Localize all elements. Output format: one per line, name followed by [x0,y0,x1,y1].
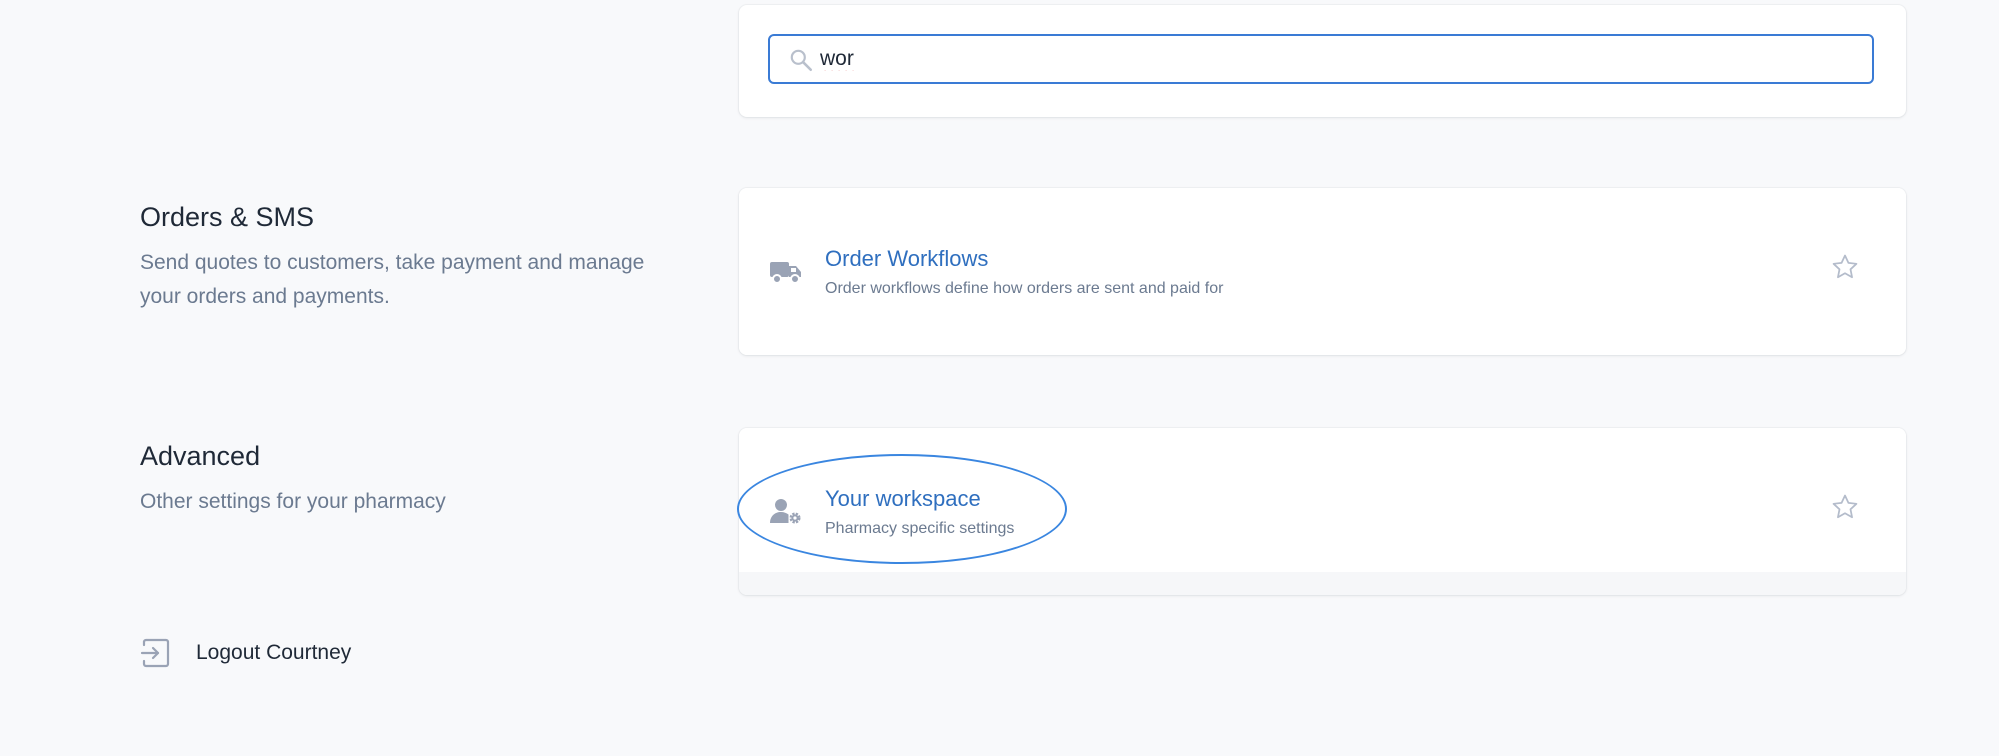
search-icon [790,49,813,72]
logout-icon [140,638,170,668]
section-description-orders-sms: Send quotes to customers, take payment a… [140,246,700,314]
logout-label: Logout Courtney [196,641,352,664]
section-heading-advanced: Advanced [140,441,261,471]
section-description-advanced: Other settings for your pharmacy [140,485,700,519]
truck-icon [770,262,801,284]
search-card [739,5,1906,117]
setting-row-order-workflows[interactable]: Order Workflows Order workflows define h… [739,188,1906,355]
your-workspace-link[interactable]: Your workspace [825,486,981,512]
your-workspace-description: Pharmacy specific settings [825,520,1015,537]
order-workflows-description: Order workflows define how orders are se… [825,280,1224,297]
star-outline-icon[interactable] [1830,252,1860,282]
star-outline-icon[interactable] [1830,492,1860,522]
search-input[interactable] [820,41,1850,77]
section-description-line: Send quotes to customers, take payment a… [140,251,645,274]
logout-button[interactable]: Logout Courtney [140,636,351,670]
card-footer [739,572,1906,595]
search-box[interactable] [768,34,1874,84]
setting-row-your-workspace[interactable]: Your workspace Pharmacy specific setting… [739,428,1906,572]
settings-card-orders-sms: Order Workflows Order workflows define h… [739,188,1906,355]
user-settings-icon [770,499,801,524]
section-heading-orders-sms: Orders & SMS [140,202,315,232]
order-workflows-link[interactable]: Order Workflows [825,246,988,272]
settings-card-advanced: Your workspace Pharmacy specific setting… [739,428,1906,595]
section-description-line: Other settings for your pharmacy [140,490,446,513]
section-description-line: your orders and payments. [140,285,390,308]
